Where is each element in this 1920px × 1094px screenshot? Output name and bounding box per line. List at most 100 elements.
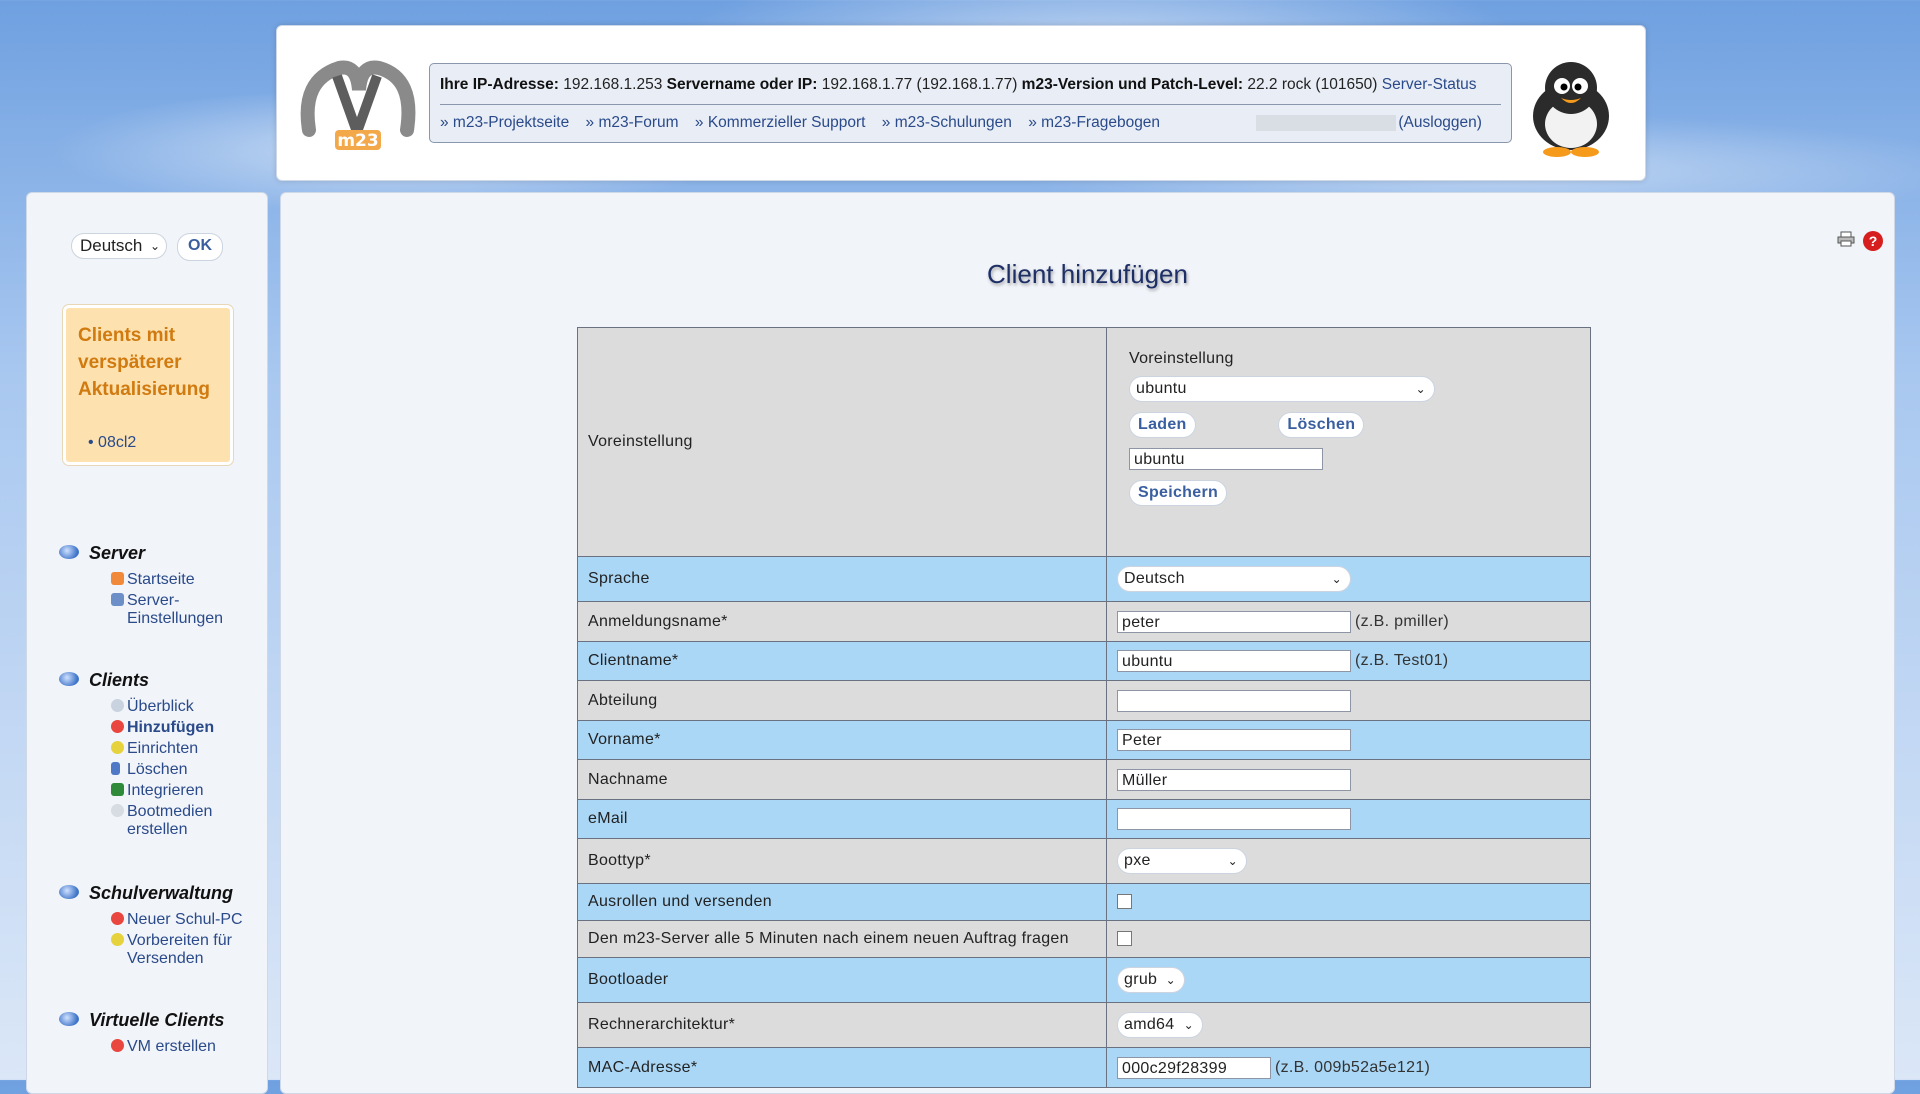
logout-link[interactable]: (Ausloggen) [1398, 114, 1482, 131]
language-select-main-value: Deutsch [1124, 570, 1185, 587]
rollout-checkbox[interactable] [1117, 894, 1132, 910]
sidebar-item-label: Einrichten [127, 740, 199, 757]
poll-checkbox[interactable] [1117, 931, 1132, 947]
form-row-boottype: Boottyp* pxe ⌄ [577, 838, 1591, 884]
chevron-down-icon: ⌄ [1165, 973, 1176, 987]
preset-select[interactable]: ubuntu ⌄ [1129, 376, 1435, 402]
login-label: Anmeldungsname* [577, 601, 1107, 642]
form-row-language: Sprache Deutsch ⌄ [577, 556, 1591, 602]
link-questionnaire[interactable]: » m23-Fragebogen [1028, 114, 1160, 131]
sidebar-item-setup[interactable]: Einrichten [59, 740, 247, 758]
email-cell [1106, 799, 1591, 839]
bootloader-cell: grub ⌄ [1106, 957, 1591, 1003]
lastname-label: Nachname [577, 759, 1107, 800]
arch-select-value: amd64 [1124, 1016, 1175, 1033]
page-title: Client hinzufügen [987, 259, 1188, 289]
login-input[interactable]: peter [1117, 610, 1351, 633]
nav-head-school[interactable]: Schulverwaltung [59, 881, 247, 905]
chevron-down-icon: ⌄ [1415, 382, 1426, 396]
sidebar-item-label: Startseite [127, 571, 195, 588]
late-client-item[interactable]: • 08cl2 [88, 434, 136, 452]
link-trainings[interactable]: » m23-Schulungen [882, 114, 1012, 131]
firstname-input[interactable]: Peter [1117, 729, 1351, 751]
sidebar-item-startseite[interactable]: Startseite [59, 571, 247, 589]
link-project-page[interactable]: » m23-Projektseite [440, 114, 569, 131]
chevron-down-icon: ⌄ [1331, 572, 1342, 586]
sidebar-item-server-settings[interactable]: Server-Einstellungen [59, 592, 247, 628]
redacted-username [1256, 114, 1397, 131]
sidebar-item-label: VM erstellen [127, 1038, 216, 1055]
link-commercial-support[interactable]: » Kommerzieller Support [695, 114, 866, 131]
form-row-rollout: Ausrollen und versenden [577, 883, 1591, 921]
clientname-hint: (z.B. Test01) [1355, 652, 1449, 670]
language-label: Sprache [577, 556, 1107, 602]
chevron-down-icon: ⌄ [1227, 854, 1238, 868]
email-input[interactable] [1117, 808, 1351, 830]
ip-label: Ihre IP-Adresse: [440, 76, 559, 93]
boottype-select-value: pxe [1124, 852, 1151, 869]
chevron-down-icon: ⌄ [1183, 1018, 1194, 1032]
form-row-login: Anmeldungsname* peter (z.B. pmiller) [577, 601, 1591, 642]
clientname-label: Clientname* [577, 641, 1107, 681]
sidebar-item-bootmedia[interactable]: Bootmedien erstellen [59, 803, 247, 839]
preset-name-input[interactable]: ubuntu [1129, 448, 1323, 470]
arch-select[interactable]: amd64 ⌄ [1117, 1012, 1203, 1038]
load-preset-button[interactable]: Laden [1129, 412, 1196, 438]
nav-section-virtual: Virtuelle Clients VM erstellen [59, 1008, 247, 1056]
chevron-down-icon: ⌄ [149, 239, 160, 253]
link-forum[interactable]: » m23-Forum [586, 114, 679, 131]
sidebar-item-integrate[interactable]: Integrieren [59, 782, 247, 800]
boottype-select[interactable]: pxe ⌄ [1117, 848, 1247, 874]
department-cell [1106, 680, 1591, 721]
form-row-lastname: Nachname Müller [577, 759, 1591, 800]
preset-inner-label: Voreinstellung [1129, 350, 1234, 367]
bootmedia-icon [111, 804, 124, 817]
sidebar-item-label: Vorbereiten für Versenden [127, 932, 232, 967]
help-icon[interactable]: ? [1863, 231, 1883, 251]
sidebar-item-overview[interactable]: Überblick [59, 698, 247, 716]
section-bullet-icon [59, 885, 79, 899]
form-row-clientname: Clientname* ubuntu (z.B. Test01) [577, 641, 1591, 681]
department-label: Abteilung [577, 680, 1107, 721]
divider [440, 104, 1501, 105]
nav-head-server[interactable]: Server [59, 541, 247, 565]
mac-hint: (z.B. 009b52a5e121) [1275, 1058, 1431, 1076]
vm-create-icon [111, 1039, 124, 1052]
server-status-link[interactable]: Server-Status [1382, 76, 1477, 93]
save-preset-button[interactable]: Speichern [1129, 480, 1228, 506]
rollout-label: Ausrollen und versenden [577, 883, 1107, 921]
new-pc-icon [111, 912, 124, 925]
sidebar-item-prepare-shipping[interactable]: Vorbereiten für Versenden [59, 932, 247, 968]
delete-preset-button[interactable]: Löschen [1278, 412, 1365, 438]
arch-label: Rechnerarchitektur* [577, 1002, 1107, 1048]
server-label: Servername oder IP: [666, 76, 818, 93]
nav-head-clients[interactable]: Clients [59, 668, 247, 692]
poll-cell [1106, 920, 1591, 958]
language-cell: Deutsch ⌄ [1106, 556, 1591, 602]
logo-text: m23 [337, 131, 378, 151]
lastname-input[interactable]: Müller [1117, 768, 1351, 791]
delete-icon [111, 762, 120, 775]
ip-value: 192.168.1.253 [563, 76, 663, 93]
department-input[interactable] [1117, 689, 1351, 712]
mac-label: MAC-Adresse* [577, 1047, 1107, 1088]
form-row-email: eMail [577, 799, 1591, 839]
bootloader-select[interactable]: grub ⌄ [1117, 967, 1185, 993]
sidebar-item-add[interactable]: Hinzufügen [59, 719, 247, 737]
section-bullet-icon [59, 545, 79, 559]
language-select[interactable]: Deutsch ⌄ [71, 233, 167, 259]
mac-input[interactable]: 000c29f28399 [1117, 1056, 1271, 1079]
language-select-main[interactable]: Deutsch ⌄ [1117, 566, 1351, 592]
sidebar-item-label: Überblick [127, 698, 194, 715]
preset-select-value: ubuntu [1136, 380, 1187, 397]
sidebar-item-new-school-pc[interactable]: Neuer Schul-PC [59, 911, 247, 929]
language-ok-button[interactable]: OK [177, 233, 223, 261]
print-icon[interactable] [1837, 231, 1855, 247]
clientname-input[interactable]: ubuntu [1117, 650, 1351, 672]
sidebar-item-vm-create[interactable]: VM erstellen [59, 1038, 247, 1056]
nav-head-virtual[interactable]: Virtuelle Clients [59, 1008, 247, 1032]
arch-cell: amd64 ⌄ [1106, 1002, 1591, 1048]
sidebar-item-delete[interactable]: Löschen [59, 761, 247, 779]
nav-head-label: Server [89, 543, 146, 563]
sidebar-item-label: Server-Einstellungen [127, 592, 224, 627]
